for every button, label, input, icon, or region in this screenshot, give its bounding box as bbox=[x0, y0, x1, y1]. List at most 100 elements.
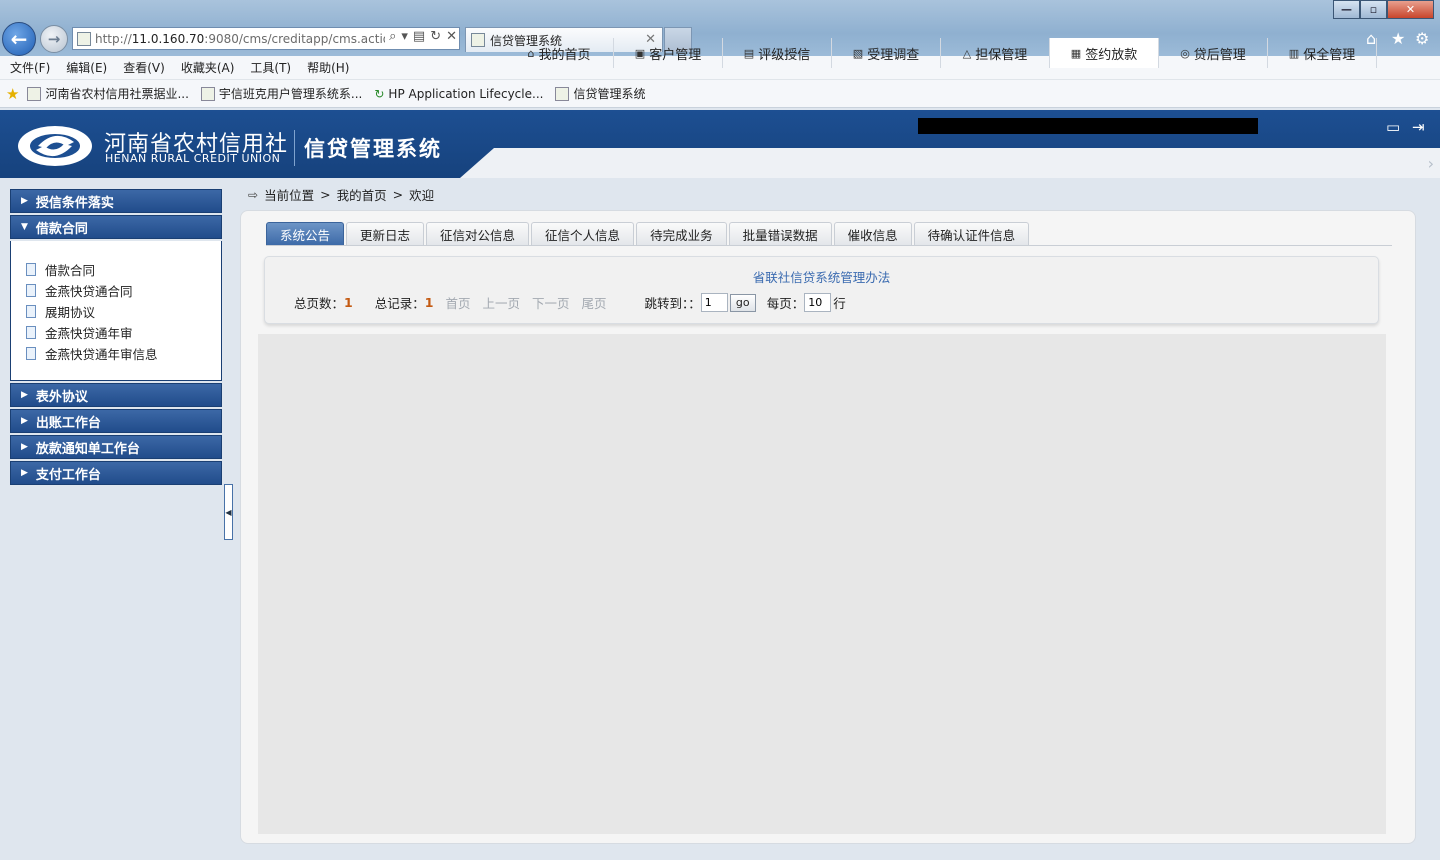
nav-customer[interactable]: ▣ 客户管理 bbox=[614, 38, 723, 68]
caret-right-icon: ▶ bbox=[21, 390, 28, 400]
tab-corporate-credit[interactable]: 征信对公信息 bbox=[426, 222, 530, 245]
section-label: 表外协议 bbox=[35, 389, 88, 405]
favorites-icon[interactable]: ★ bbox=[6, 85, 19, 103]
breadcrumb-label: 当前位置 bbox=[264, 188, 315, 203]
first-page-link[interactable]: 首页 bbox=[445, 293, 470, 312]
menu-tools[interactable]: 工具(T) bbox=[250, 59, 291, 76]
sidebar-section-payment[interactable]: ▶ 支付工作台 bbox=[10, 461, 222, 485]
nav-postloan[interactable]: ◎ 贷后管理 bbox=[1159, 38, 1268, 68]
breadcrumb-separator: > bbox=[320, 187, 331, 202]
sidebar-item-annual-review-info[interactable]: 金燕快贷通年审信息 bbox=[11, 343, 221, 364]
nav-next-icon[interactable]: › bbox=[1428, 154, 1434, 173]
gear-icon[interactable]: ⚙ bbox=[1415, 29, 1429, 48]
breadcrumb-home[interactable]: 我的首页 bbox=[337, 185, 387, 204]
nav-label: 受理调查 bbox=[867, 47, 920, 63]
sidebar-section-disbursement[interactable]: ▶ 出账工作台 bbox=[10, 409, 222, 433]
nav-survey[interactable]: ▧ 受理调查 bbox=[832, 38, 941, 68]
favorite-link[interactable]: 信贷管理系统 bbox=[555, 85, 645, 102]
favorite-link[interactable]: ↻ HP Application Lifecycle... bbox=[374, 87, 543, 101]
menu-favorites[interactable]: 收藏夹(A) bbox=[181, 59, 235, 76]
per-page-unit: 行 bbox=[833, 296, 846, 311]
url-prefix: http:// bbox=[95, 31, 132, 46]
dropdown-icon[interactable]: ▾ bbox=[401, 29, 408, 44]
sidebar-section-notice[interactable]: ▶ 放款通知单工作台 bbox=[10, 435, 222, 459]
nav-label: 评级授信 bbox=[758, 47, 811, 63]
page-icon bbox=[77, 31, 91, 46]
rating-icon: ▤ bbox=[743, 46, 755, 60]
tab-collection[interactable]: 催收信息 bbox=[833, 222, 912, 245]
notice-title-link[interactable]: 省联社信贷系统管理办法 bbox=[265, 267, 1378, 286]
sidebar-item-annual-review[interactable]: 金燕快贷通年审 bbox=[11, 322, 221, 343]
nav-label: 签约放款 bbox=[1085, 47, 1138, 63]
back-button[interactable]: ← bbox=[2, 22, 36, 56]
go-button[interactable]: go bbox=[729, 293, 756, 312]
section-label: 放款通知单工作台 bbox=[35, 441, 140, 457]
maximize-button[interactable]: ▫ bbox=[1360, 0, 1387, 19]
nav-home[interactable]: ⌂ 我的首页 bbox=[505, 38, 614, 68]
tab-personal-credit[interactable]: 征信个人信息 bbox=[531, 222, 635, 245]
tab-batch-errors[interactable]: 批量错误数据 bbox=[728, 222, 832, 245]
sidebar-section-credit-conditions[interactable]: ▶ 授信条件落实 bbox=[10, 189, 222, 213]
credit-union-logo-icon bbox=[18, 126, 92, 166]
survey-icon: ▧ bbox=[852, 46, 864, 60]
sidebar-item-loan-contract[interactable]: 借款合同 bbox=[11, 259, 221, 280]
jump-page-input[interactable] bbox=[700, 293, 728, 312]
caret-right-icon: ▶ bbox=[21, 196, 28, 206]
total-records-label: 总记录： bbox=[374, 296, 425, 311]
sidebar-section-offbalance[interactable]: ▶ 表外协议 bbox=[10, 383, 222, 407]
prev-page-link[interactable]: 上一页 bbox=[482, 293, 520, 312]
total-pages-value: 1 bbox=[344, 295, 353, 310]
sidebar-collapse-handle[interactable]: ◀ bbox=[224, 484, 233, 540]
menu-edit[interactable]: 编辑(E) bbox=[66, 59, 107, 76]
hp-icon: ↻ bbox=[374, 86, 385, 101]
breadcrumb-page: 欢迎 bbox=[409, 188, 435, 203]
nav-label: 保全管理 bbox=[1303, 47, 1356, 63]
nav-contract[interactable]: ▦ 签约放款 bbox=[1050, 38, 1159, 68]
favorite-label: 河南省农村信用社票据业... bbox=[45, 87, 189, 101]
favorite-link[interactable]: 河南省农村信用社票据业... bbox=[27, 85, 189, 102]
last-page-link[interactable]: 尾页 bbox=[581, 293, 606, 312]
per-page-input[interactable] bbox=[804, 293, 832, 312]
next-page-link[interactable]: 下一页 bbox=[532, 293, 570, 312]
main-nav: ⌂ 我的首页 ▣ 客户管理 ▤ 评级授信 ▧ 受理调查 △ 担保管理 ▦ 签约放款 ◎ 贷后管… bbox=[505, 38, 1377, 68]
document-icon bbox=[26, 347, 36, 360]
tab-page-icon bbox=[471, 33, 485, 47]
close-window-button[interactable]: ✕ bbox=[1387, 0, 1434, 19]
refresh-icon[interactable]: ↻ bbox=[430, 29, 441, 44]
contract-icon: ▦ bbox=[1070, 46, 1082, 60]
sidebar-item-jinyan-contract[interactable]: 金燕快贷通合同 bbox=[11, 280, 221, 301]
nav-preserve[interactable]: ▥ 保全管理 bbox=[1268, 38, 1377, 68]
tab-pending-business[interactable]: 待完成业务 bbox=[636, 222, 727, 245]
sidebar-section-loan-contract[interactable]: ▼ 借款合同 bbox=[10, 215, 222, 239]
minimize-button[interactable]: — bbox=[1333, 0, 1360, 19]
address-bar[interactable]: http://11.0.160.70:9080/cms/creditapp/cm… bbox=[72, 27, 460, 50]
jump-label: 跳转到：： bbox=[644, 296, 701, 311]
favorites-star-icon[interactable]: ★ bbox=[1391, 29, 1405, 48]
monitor-icon[interactable]: ▭ bbox=[1386, 118, 1400, 136]
item-label: 金燕快贷通年审信息 bbox=[45, 347, 158, 362]
menu-view[interactable]: 查看(V) bbox=[123, 59, 165, 76]
url-path: :9080/cms/creditapp/cms.actio bbox=[204, 31, 391, 46]
pagination: 总页数： 1 总记录： 1 首页 上一页 下一页 尾页 跳转到：： go 每页：… bbox=[294, 293, 846, 312]
compat-icon[interactable]: ▤ bbox=[413, 29, 425, 44]
loan-contract-submenu: 借款合同 金燕快贷通合同 展期协议 金燕快贷通年审 金燕快贷通年审信息 bbox=[10, 241, 222, 381]
nav-rating[interactable]: ▤ 评级授信 bbox=[723, 38, 832, 68]
favorite-link[interactable]: 宇信班克用户管理系统系... bbox=[200, 85, 362, 102]
menu-help[interactable]: 帮助(H) bbox=[307, 59, 349, 76]
stop-icon[interactable]: ✕ bbox=[446, 29, 457, 44]
system-title: 信贷管理系统 bbox=[304, 137, 442, 161]
search-icon[interactable]: ⌕ bbox=[389, 29, 396, 44]
nav-guarantee[interactable]: △ 担保管理 bbox=[941, 38, 1050, 68]
item-label: 借款合同 bbox=[45, 263, 96, 278]
item-label: 金燕快贷通年审 bbox=[45, 326, 133, 341]
sidebar-item-extension[interactable]: 展期协议 bbox=[11, 301, 221, 322]
logout-icon[interactable]: ⇥ bbox=[1412, 118, 1425, 136]
tab-update-log[interactable]: 更新日志 bbox=[346, 222, 425, 245]
tab-system-notice[interactable]: 系统公告 bbox=[266, 222, 345, 245]
content-body bbox=[258, 334, 1386, 834]
app-header: 河南省农村信用社 HENAN RURAL CREDIT UNION 信贷管理系统… bbox=[0, 110, 1440, 178]
tab-pending-certificates[interactable]: 待确认证件信息 bbox=[913, 222, 1030, 245]
forward-button[interactable]: → bbox=[40, 25, 68, 53]
menu-file[interactable]: 文件(F) bbox=[10, 59, 50, 76]
section-label: 借款合同 bbox=[35, 221, 88, 237]
